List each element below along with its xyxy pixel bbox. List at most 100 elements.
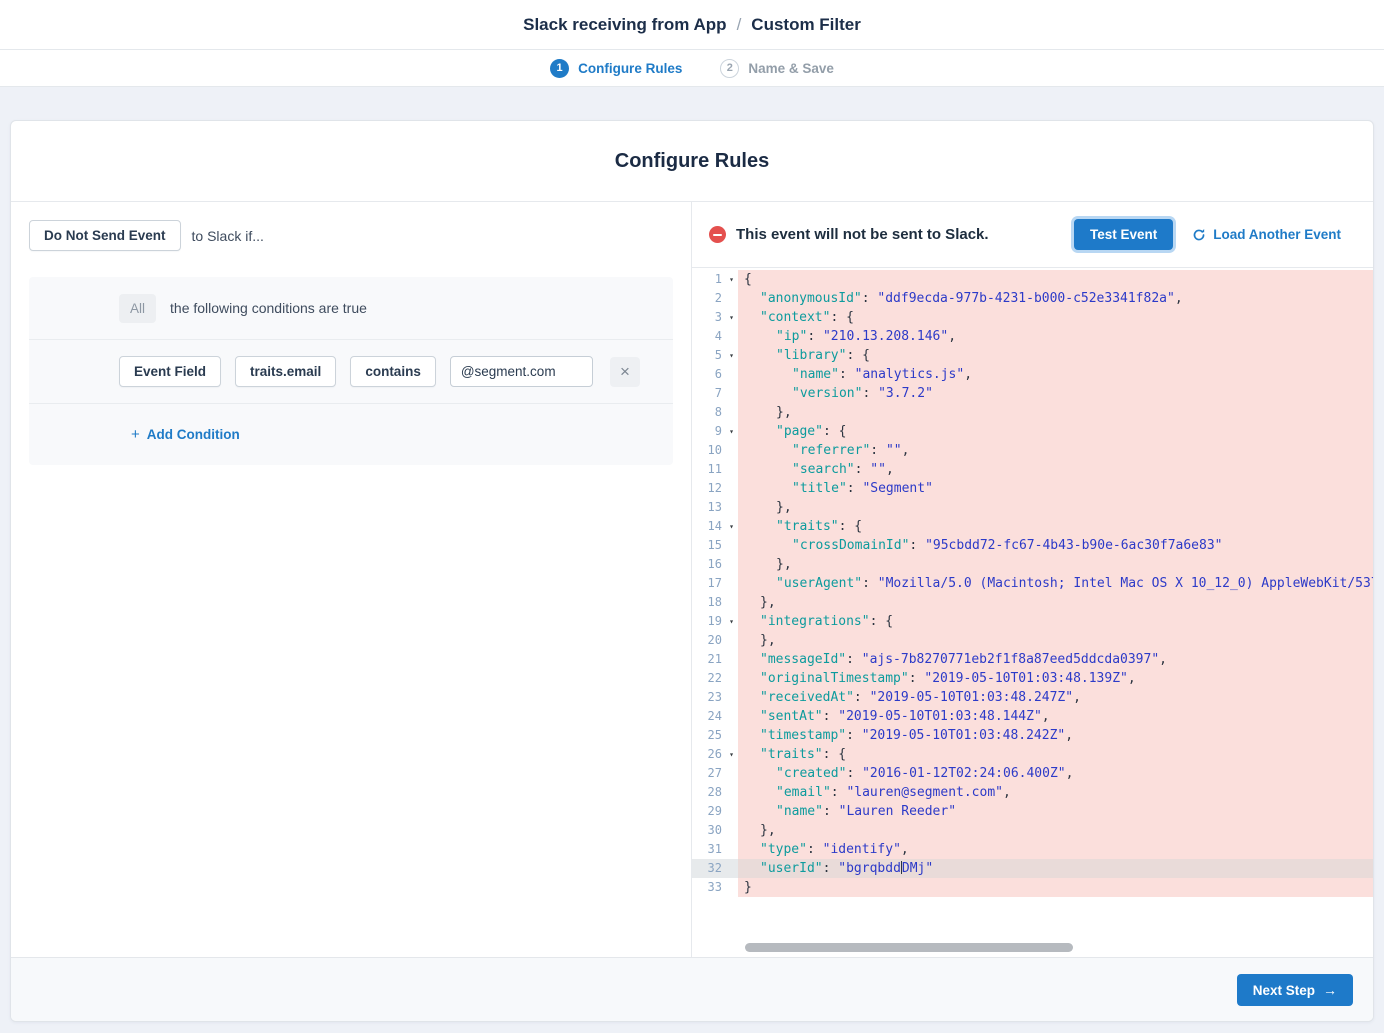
editor-line-8[interactable]: 8}, xyxy=(692,403,1373,422)
line-gutter: 15 xyxy=(692,536,738,555)
fold-toggle-icon[interactable]: ▾ xyxy=(725,517,738,536)
fold-spacer xyxy=(725,631,738,650)
editor-line-7[interactable]: 7"version": "3.7.2" xyxy=(692,384,1373,403)
card-footer: Next Step→ xyxy=(11,957,1373,1021)
line-code: "email": "lauren@segment.com", xyxy=(738,783,1373,802)
editor-line-1[interactable]: 1▾{ xyxy=(692,270,1373,289)
editor-line-5[interactable]: 5▾"library": { xyxy=(692,346,1373,365)
editor-line-20[interactable]: 20}, xyxy=(692,631,1373,650)
editor-line-19[interactable]: 19▾"integrations": { xyxy=(692,612,1373,631)
line-gutter: 1▾ xyxy=(692,270,738,289)
fold-toggle-icon[interactable]: ▾ xyxy=(725,612,738,631)
editor-line-27[interactable]: 27"created": "2016-01-12T02:24:06.400Z", xyxy=(692,764,1373,783)
line-code: "receivedAt": "2019-05-10T01:03:48.247Z"… xyxy=(738,688,1373,707)
editor-line-4[interactable]: 4"ip": "210.13.208.146", xyxy=(692,327,1373,346)
fold-spacer xyxy=(725,593,738,612)
line-gutter: 2 xyxy=(692,289,738,308)
line-code: "userId": "bgrqbddDMj" xyxy=(738,859,1373,878)
load-another-event-link[interactable]: Load Another Event xyxy=(1192,227,1341,242)
stepper: 1 Configure Rules 2 Name & Save xyxy=(0,50,1384,87)
condition-field-button[interactable]: Event Field xyxy=(119,356,221,387)
step-2-circle: 2 xyxy=(720,59,739,78)
editor-line-9[interactable]: 9▾"page": { xyxy=(692,422,1373,441)
editor-line-12[interactable]: 12"title": "Segment" xyxy=(692,479,1373,498)
line-code: }, xyxy=(738,498,1373,517)
breadcrumb-separator: / xyxy=(737,15,742,35)
fold-toggle-icon[interactable]: ▾ xyxy=(725,270,738,289)
line-code: }, xyxy=(738,593,1373,612)
editor-line-23[interactable]: 23"receivedAt": "2019-05-10T01:03:48.247… xyxy=(692,688,1373,707)
horizontal-scrollbar-thumb[interactable] xyxy=(745,943,1073,952)
step-name-save[interactable]: 2 Name & Save xyxy=(720,59,834,78)
editor-line-21[interactable]: 21"messageId": "ajs-7b8270771eb2f1f8a87e… xyxy=(692,650,1373,669)
step-configure-rules[interactable]: 1 Configure Rules xyxy=(550,59,682,78)
line-gutter: 23 xyxy=(692,688,738,707)
editor-line-15[interactable]: 15"crossDomainId": "95cbdd72-fc67-4b43-b… xyxy=(692,536,1373,555)
editor-line-25[interactable]: 25"timestamp": "2019-05-10T01:03:48.242Z… xyxy=(692,726,1373,745)
editor-line-6[interactable]: 6"name": "analytics.js", xyxy=(692,365,1373,384)
remove-condition-button[interactable]: × xyxy=(610,357,640,387)
fold-spacer xyxy=(725,859,738,878)
rule-action-button[interactable]: Do Not Send Event xyxy=(29,220,181,251)
condition-group-header: All the following conditions are true xyxy=(29,277,673,340)
editor-line-31[interactable]: 31"type": "identify", xyxy=(692,840,1373,859)
match-mode-text: the following conditions are true xyxy=(170,300,367,316)
fold-spacer xyxy=(725,574,738,593)
fold-spacer xyxy=(725,327,738,346)
editor-line-3[interactable]: 3▾"context": { xyxy=(692,308,1373,327)
line-gutter: 6 xyxy=(692,365,738,384)
match-mode-badge[interactable]: All xyxy=(119,294,156,323)
fold-toggle-icon[interactable]: ▾ xyxy=(725,346,738,365)
line-code: }, xyxy=(738,631,1373,650)
editor-line-26[interactable]: 26▾"traits": { xyxy=(692,745,1373,764)
editor-line-22[interactable]: 22"originalTimestamp": "2019-05-10T01:03… xyxy=(692,669,1373,688)
fold-spacer xyxy=(725,707,738,726)
line-code: "page": { xyxy=(738,422,1373,441)
condition-path-button[interactable]: traits.email xyxy=(235,356,336,387)
editor-line-28[interactable]: 28"email": "lauren@segment.com", xyxy=(692,783,1373,802)
editor-line-18[interactable]: 18}, xyxy=(692,593,1373,612)
breadcrumb-destination[interactable]: Slack receiving from App xyxy=(523,15,726,35)
fold-toggle-icon[interactable]: ▾ xyxy=(725,422,738,441)
editor-line-11[interactable]: 11"search": "", xyxy=(692,460,1373,479)
editor-line-24[interactable]: 24"sentAt": "2019-05-10T01:03:48.144Z", xyxy=(692,707,1373,726)
condition-row: Event Field traits.email contains × xyxy=(29,340,673,404)
line-code: "messageId": "ajs-7b8270771eb2f1f8a87eed… xyxy=(738,650,1373,669)
editor-line-2[interactable]: 2"anonymousId": "ddf9ecda-977b-4231-b000… xyxy=(692,289,1373,308)
fold-spacer xyxy=(725,878,738,897)
rule-suffix-text: to Slack if... xyxy=(192,228,264,244)
line-code: "anonymousId": "ddf9ecda-977b-4231-b000-… xyxy=(738,289,1373,308)
condition-group: All the following conditions are true Ev… xyxy=(29,277,673,465)
editor-line-29[interactable]: 29"name": "Lauren Reeder" xyxy=(692,802,1373,821)
fold-spacer xyxy=(725,726,738,745)
condition-value-input[interactable] xyxy=(450,356,593,387)
condition-operator-button[interactable]: contains xyxy=(350,356,436,387)
editor-line-17[interactable]: 17"userAgent": "Mozilla/5.0 (Macintosh; … xyxy=(692,574,1373,593)
fold-spacer xyxy=(725,460,738,479)
test-event-button[interactable]: Test Event xyxy=(1074,219,1173,250)
fold-toggle-icon[interactable]: ▾ xyxy=(725,745,738,764)
editor-line-16[interactable]: 16}, xyxy=(692,555,1373,574)
add-condition-button[interactable]: + Add Condition xyxy=(131,426,240,443)
line-code: "type": "identify", xyxy=(738,840,1373,859)
line-code: "traits": { xyxy=(738,517,1373,536)
editor-line-10[interactable]: 10"referrer": "", xyxy=(692,441,1373,460)
editor-line-13[interactable]: 13}, xyxy=(692,498,1373,517)
fold-spacer xyxy=(725,650,738,669)
fold-toggle-icon[interactable]: ▾ xyxy=(725,308,738,327)
rule-builder-panel: Do Not Send Event to Slack if... All the… xyxy=(11,202,692,957)
line-code: "originalTimestamp": "2019-05-10T01:03:4… xyxy=(738,669,1373,688)
line-code: { xyxy=(738,270,1373,289)
editor-line-14[interactable]: 14▾"traits": { xyxy=(692,517,1373,536)
breadcrumb-page: Custom Filter xyxy=(751,15,861,35)
next-step-button[interactable]: Next Step→ xyxy=(1237,974,1353,1006)
line-code: "title": "Segment" xyxy=(738,479,1373,498)
json-editor[interactable]: 1▾{2"anonymousId": "ddf9ecda-977b-4231-b… xyxy=(692,268,1373,957)
editor-line-30[interactable]: 30}, xyxy=(692,821,1373,840)
step-2-label: Name & Save xyxy=(748,61,834,76)
fold-spacer xyxy=(725,403,738,422)
line-gutter: 12 xyxy=(692,479,738,498)
configure-rules-card: Configure Rules Do Not Send Event to Sla… xyxy=(10,120,1374,1022)
editor-line-33[interactable]: 33} xyxy=(692,878,1373,897)
editor-line-32[interactable]: 32"userId": "bgrqbddDMj" xyxy=(692,859,1373,878)
